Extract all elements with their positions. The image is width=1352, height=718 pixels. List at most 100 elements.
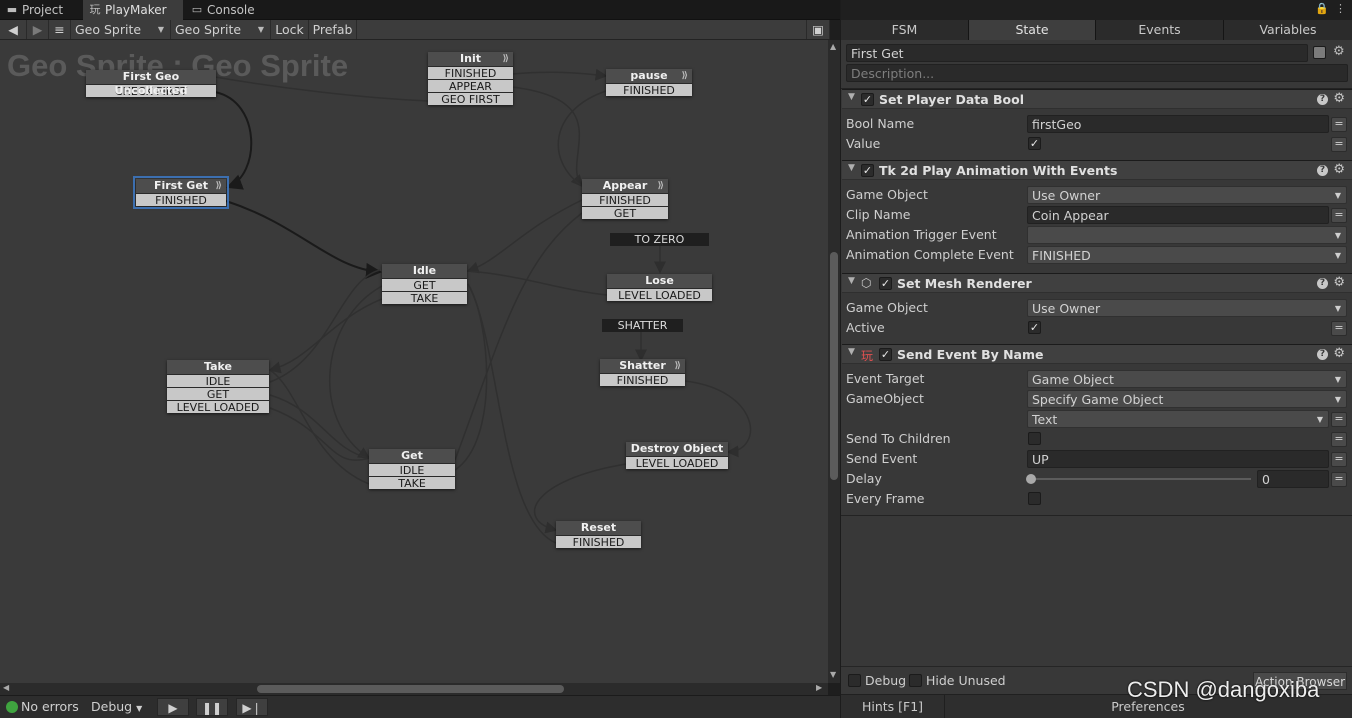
gear-icon[interactable]: ⚙ — [1333, 91, 1345, 106]
action-send-event-by-name-header[interactable]: ▼ 玩 ✓ Send Event By Name ? ⚙ — [842, 344, 1352, 364]
graph-horizontal-scrollbar[interactable]: ◀ ▶ — [0, 683, 828, 695]
fold-triangle-icon[interactable]: ▼ — [848, 276, 855, 286]
action-enabled-checkbox[interactable]: ✓ — [861, 93, 874, 106]
delay-value-field[interactable]: 0 — [1257, 470, 1329, 488]
variable-toggle-button[interactable]: = — [1331, 412, 1347, 427]
transition-finished[interactable]: FINISHED — [582, 193, 668, 207]
state-take[interactable]: Take IDLE GET LEVEL LOADED — [167, 360, 269, 414]
variable-toggle-button[interactable]: = — [1331, 472, 1347, 487]
transition-finished[interactable]: FINISHED — [428, 66, 513, 80]
gear-icon[interactable]: ⚙ — [1333, 275, 1345, 290]
scroll-down-icon[interactable]: ▼ — [830, 670, 836, 679]
action-enabled-checkbox[interactable]: ✓ — [879, 348, 892, 361]
help-icon[interactable]: ? — [1317, 165, 1328, 176]
step-button[interactable]: ▶❘ — [236, 698, 268, 716]
variable-toggle-button[interactable]: = — [1331, 432, 1347, 447]
help-icon[interactable]: ? — [1317, 94, 1328, 105]
action-set-player-data-bool-header[interactable]: ▼ ✓ Set Player Data Bool ? ⚙ — [842, 89, 1352, 109]
scroll-right-icon[interactable]: ▶ — [816, 683, 822, 692]
transition-level-loaded[interactable]: LEVEL LOADED — [607, 288, 712, 302]
pause-button[interactable]: ❚❚ — [196, 698, 228, 716]
fold-triangle-icon[interactable]: ▼ — [848, 163, 855, 173]
state-pause[interactable]: pause ⟫ FINISHED — [606, 69, 692, 97]
scroll-thumb[interactable] — [830, 252, 838, 480]
action-enabled-checkbox[interactable]: ✓ — [879, 277, 892, 290]
global-transition-to-zero[interactable]: TO ZERO — [610, 233, 709, 246]
every-frame-checkbox[interactable] — [1028, 492, 1041, 505]
state-first-geo-uncollected[interactable]: First Geo Uncollected CHECK FIRST — [86, 70, 216, 98]
variable-toggle-button[interactable]: = — [1331, 137, 1347, 152]
tab-project[interactable]: ▬ Project — [0, 0, 82, 20]
prefab-button[interactable]: Prefab — [309, 20, 357, 39]
hide-unused-checkbox[interactable] — [909, 674, 922, 687]
graph-view-button[interactable]: ▣ — [806, 20, 830, 39]
bool-name-field[interactable]: firstGeo — [1027, 115, 1329, 133]
animation-complete-event-dropdown[interactable]: FINISHED ▼ — [1027, 246, 1347, 264]
transition-finished[interactable]: FINISHED — [600, 373, 685, 387]
clip-name-field[interactable]: Coin Appear — [1027, 206, 1329, 224]
transition-appear[interactable]: APPEAR — [428, 79, 513, 93]
variable-toggle-button[interactable]: = — [1331, 117, 1347, 132]
state-appear[interactable]: Appear ⟫ FINISHED GET — [582, 179, 668, 220]
play-button[interactable]: ▶ — [157, 698, 189, 716]
transition-get[interactable]: GET — [167, 387, 269, 401]
value-checkbox[interactable]: ✓ — [1028, 137, 1041, 150]
global-transition-shatter[interactable]: SHATTER — [602, 319, 683, 332]
tab-fsm[interactable]: FSM — [841, 20, 969, 40]
active-checkbox[interactable]: ✓ — [1028, 321, 1041, 334]
transition-level-loaded[interactable]: LEVEL LOADED — [167, 400, 269, 414]
action-tk2d-play-animation-header[interactable]: ▼ ✓ Tk 2d Play Animation With Events ? ⚙ — [842, 160, 1352, 180]
fold-triangle-icon[interactable]: ▼ — [848, 92, 855, 102]
gear-icon[interactable]: ⚙ — [1333, 346, 1345, 361]
fold-triangle-icon[interactable]: ▼ — [848, 347, 855, 357]
state-init[interactable]: Init ⟫ FINISHED APPEAR GEO FIRST — [428, 52, 513, 106]
event-target-dropdown[interactable]: Game Object ▼ — [1027, 370, 1347, 388]
state-lose[interactable]: Lose LEVEL LOADED — [607, 274, 712, 302]
state-reset[interactable]: Reset FINISHED — [556, 521, 641, 549]
gear-icon[interactable]: ⚙ — [1333, 162, 1345, 177]
action-set-mesh-renderer-header[interactable]: ▼ ⬡ ✓ Set Mesh Renderer ? ⚙ — [842, 273, 1352, 293]
error-status[interactable]: No errors — [21, 696, 79, 718]
graph-vertical-scrollbar[interactable]: ▲ ▼ — [828, 40, 840, 683]
scroll-up-icon[interactable]: ▲ — [830, 42, 836, 51]
game-object-dropdown[interactable]: Use Owner ▼ — [1027, 186, 1347, 204]
transition-level-loaded[interactable]: LEVEL LOADED — [626, 456, 728, 470]
transition-idle[interactable]: IDLE — [369, 463, 455, 477]
tab-state[interactable]: State — [969, 20, 1096, 40]
scroll-thumb[interactable] — [257, 685, 564, 693]
send-to-children-checkbox[interactable] — [1028, 432, 1041, 445]
scroll-left-icon[interactable]: ◀ — [3, 683, 9, 692]
debug-dropdown[interactable]: Debug ▼ — [91, 696, 142, 718]
state-first-get[interactable]: First Get ⟫ FINISHED — [133, 176, 229, 209]
state-name-field[interactable]: First Get — [846, 44, 1308, 62]
transition-get[interactable]: GET — [582, 206, 668, 220]
transition-take[interactable]: TAKE — [382, 291, 467, 305]
transition-get[interactable]: GET — [382, 278, 467, 292]
help-icon[interactable]: ? — [1317, 278, 1328, 289]
delay-slider-thumb[interactable] — [1026, 474, 1036, 484]
gameobject-mode-dropdown[interactable]: Specify Game Object ▼ — [1027, 390, 1347, 408]
more-menu-icon[interactable]: ⋮ — [1335, 2, 1347, 15]
state-idle[interactable]: Idle GET TAKE — [382, 264, 467, 305]
fsm-owner-dropdown[interactable]: Geo Sprite ▼ — [71, 20, 171, 39]
debug-checkbox[interactable] — [848, 674, 861, 687]
delay-slider-track[interactable] — [1031, 478, 1251, 480]
lock-button[interactable]: Lock — [271, 20, 309, 39]
fsm-menu-button[interactable]: ≡ — [49, 20, 71, 39]
transition-geo-first[interactable]: GEO FIRST — [428, 92, 513, 106]
transition-finished[interactable]: FINISHED — [136, 193, 226, 207]
action-enabled-checkbox[interactable]: ✓ — [861, 164, 874, 177]
variable-toggle-button[interactable]: = — [1331, 321, 1347, 336]
state-shatter[interactable]: Shatter ⟫ FINISHED — [600, 359, 685, 387]
transition-take[interactable]: TAKE — [369, 476, 455, 490]
state-color-swatch[interactable] — [1313, 46, 1326, 59]
animation-trigger-event-dropdown[interactable]: ▼ — [1027, 226, 1347, 244]
forward-button[interactable]: ▶ — [27, 20, 49, 39]
help-icon[interactable]: ? — [1317, 349, 1328, 360]
tab-console[interactable]: ▭ Console — [185, 0, 265, 20]
hints-button[interactable]: Hints [F1] — [841, 695, 945, 718]
transition-idle[interactable]: IDLE — [167, 374, 269, 388]
tab-events[interactable]: Events — [1096, 20, 1224, 40]
state-destroy-object[interactable]: Destroy Object LEVEL LOADED — [626, 442, 728, 470]
lock-icon[interactable]: 🔒 — [1315, 2, 1329, 15]
